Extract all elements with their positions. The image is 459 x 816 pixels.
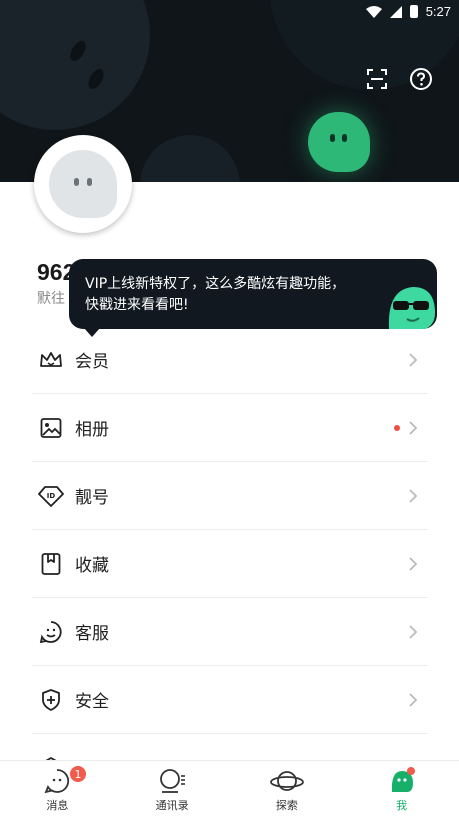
menu-item-label: 收藏 [75,556,109,576]
help-button[interactable] [408,66,434,92]
menu-item-customer-service[interactable]: 客服 [32,598,428,666]
ghost-eye [342,134,347,142]
shield-icon [38,687,64,713]
planet-eye [85,66,107,92]
mascot-ghost-icon [308,112,370,172]
status-time: 5:27 [425,4,451,19]
menu-item-favorites[interactable]: 收藏 [32,530,428,598]
tab-label: 通讯录 [155,799,189,812]
chevron-right-icon [409,421,418,435]
contacts-icon [160,769,186,793]
chevron-right-icon [409,489,418,503]
signal-icon [389,5,402,18]
crown-icon [38,347,64,373]
profile-subtitle: 默往 [37,291,65,307]
chevron-right-icon [409,693,418,707]
scan-icon [367,69,387,89]
menu-item-security[interactable]: 安全 [32,666,428,734]
svg-text:ID: ID [47,492,56,500]
bookmark-icon [38,551,64,577]
planet-decoration [140,135,240,182]
tooltip-line-1: VIP上线新特权了，这么多酷炫有趣功能， [85,276,346,292]
tab-explore[interactable]: 探索 [230,761,345,816]
menu-item-label: 相册 [75,420,109,440]
planet-icon [269,771,304,791]
bottom-tab-bar: 消息 1 通讯录 探索 我 [0,760,459,816]
chevron-right-icon [409,557,418,571]
tab-label: 探索 [275,799,298,812]
menu-item-label: 安全 [75,692,109,712]
planet-eye [67,38,89,64]
settings-menu: 会员 相册 ID 靓号 收藏 客服 安全 [32,326,428,802]
tab-label: 消息 [46,799,69,812]
image-icon [38,415,64,441]
id-diamond-icon: ID [38,483,64,509]
ghost-eye [330,134,335,142]
menu-item-label: 客服 [75,624,109,644]
tooltip-line-2: 快戳进来看看吧! [85,297,189,313]
tab-contacts[interactable]: 通讯录 [115,761,230,816]
default-avatar-icon [49,150,117,218]
menu-item-vanity-number[interactable]: ID 靓号 [32,462,428,530]
customer-service-icon [38,619,64,645]
mascot-sunglasses-icon [388,287,435,329]
status-bar: 5:27 [0,0,459,26]
chevron-right-icon [409,353,418,367]
battery-icon [409,5,418,18]
wifi-icon [365,5,382,18]
tab-me[interactable]: 我 [344,761,459,816]
scan-button[interactable] [364,66,390,92]
chevron-right-icon [409,625,418,639]
tab-label: 我 [396,799,408,812]
menu-item-label: 会员 [75,352,109,372]
menu-item-vip[interactable]: 会员 [32,326,428,394]
vip-promo-tooltip[interactable]: VIP上线新特权了，这么多酷炫有趣功能， 快戳进来看看吧! [69,259,437,337]
menu-item-album[interactable]: 相册 [32,394,428,462]
tab-messages[interactable]: 消息 1 [0,761,115,816]
unread-badge: 1 [68,764,88,784]
avatar-eye [87,178,92,186]
avatar-eye [74,178,79,186]
avatar[interactable] [34,135,132,233]
help-circle-icon [410,68,432,90]
menu-item-label: 靓号 [75,488,109,508]
new-indicator-dot [394,425,400,431]
